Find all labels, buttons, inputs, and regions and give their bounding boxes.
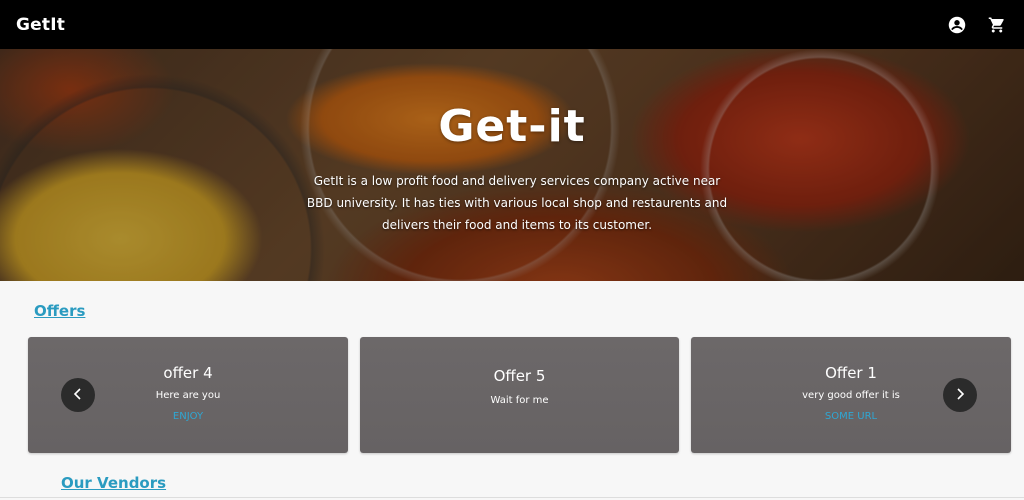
offer-card[interactable]: Offer 5 Wait for me — [360, 337, 679, 453]
offer-link[interactable]: ENJOY — [28, 411, 348, 422]
chevron-left-icon — [71, 386, 85, 405]
carousel-prev-button[interactable] — [61, 378, 95, 412]
hero-banner: Get-it GetIt is a low profit food and de… — [0, 49, 1024, 281]
offer-title: Offer 5 — [493, 367, 546, 385]
hero-content: Get-it GetIt is a low profit food and de… — [0, 49, 1024, 281]
carousel-next-button[interactable] — [943, 378, 977, 412]
shopping-cart-icon[interactable] — [988, 16, 1006, 34]
account-circle-icon[interactable] — [948, 16, 966, 34]
offer-subtitle: Wait for me — [490, 395, 549, 406]
hero-description: GetIt is a low profit food and delivery … — [306, 174, 728, 232]
vendors-heading[interactable]: Our Vendors — [61, 474, 166, 492]
divider — [0, 497, 1024, 498]
hero-title: Get-it — [438, 101, 586, 152]
offer-link[interactable]: SOME URL — [691, 411, 1011, 422]
brand-logo[interactable]: GetIt — [16, 15, 65, 35]
chevron-right-icon — [953, 386, 967, 405]
top-navbar: GetIt — [0, 0, 1024, 49]
navbar-actions — [948, 16, 1008, 34]
offers-heading[interactable]: Offers — [34, 302, 85, 320]
